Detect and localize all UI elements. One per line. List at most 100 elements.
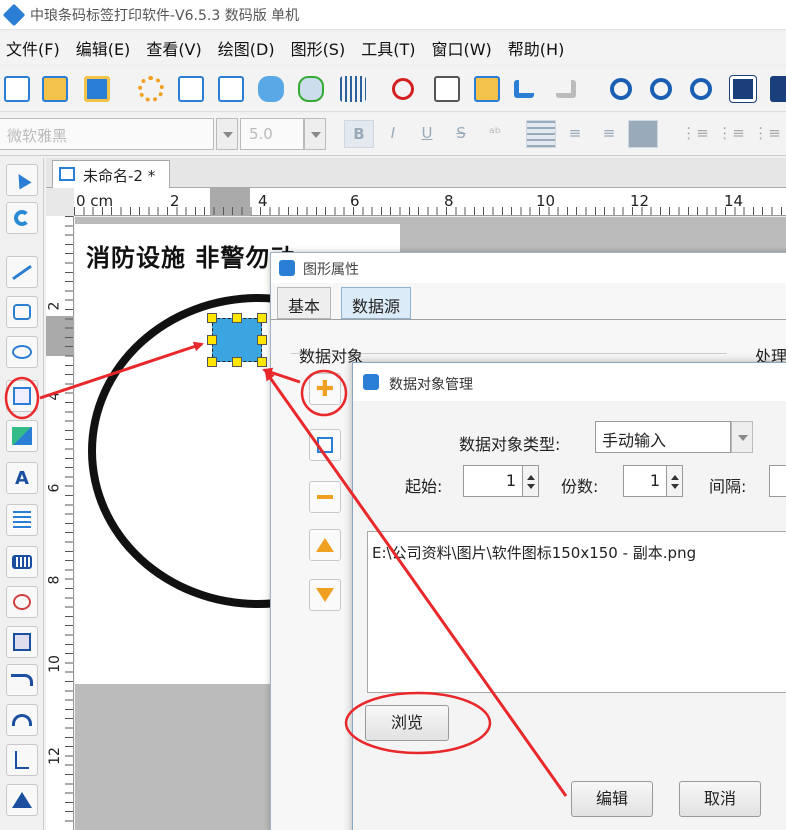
resize-handle-t[interactable] <box>232 313 242 323</box>
main-toolbar <box>0 68 786 112</box>
actual-size-icon[interactable] <box>729 75 757 103</box>
start-input[interactable]: 1 <box>463 465 523 497</box>
ruler-left-label-6: 6 <box>46 483 63 493</box>
open-folder-icon[interactable] <box>42 76 68 102</box>
interval-input[interactable] <box>769 465 786 497</box>
menu-tools[interactable]: 工具(T) <box>357 36 419 60</box>
menu-window[interactable]: 窗口(W) <box>427 36 495 60</box>
align-center-icon[interactable]: ≡ <box>560 120 590 148</box>
redo-icon[interactable] <box>556 80 576 98</box>
undo-icon[interactable] <box>514 80 534 98</box>
settings-gear-icon[interactable] <box>138 76 164 102</box>
data-object-manager-dialog: 数据对象管理 数据对象类型: 手动输入 起始: 1 份数: 1 间隔: E:\公… <box>352 362 786 830</box>
tab-data-source[interactable]: 数据源 <box>341 287 412 319</box>
document-tab[interactable]: 未命名-2 * <box>52 160 170 188</box>
ruler-left: 2 4 6 8 10 12 <box>46 216 74 830</box>
add-data-object-button[interactable]: ✚ <box>309 373 341 405</box>
print-preview-icon[interactable] <box>218 76 244 102</box>
polyline-tool-icon[interactable] <box>6 744 38 776</box>
font-toolbar: 微软雅黑 5.0 B I U S ᵃᵇ ≡ ≡ ⋮≡ ⋮≡ ⋮≡ <box>0 114 786 156</box>
database-icon[interactable] <box>258 76 284 102</box>
resize-handle-tr[interactable] <box>257 313 267 323</box>
print-icon[interactable] <box>178 76 204 102</box>
ruler-top-label-14: 14 <box>724 192 744 210</box>
curve-tool-icon[interactable] <box>6 664 38 696</box>
menu-edit[interactable]: 编辑(E) <box>72 36 135 60</box>
app-logo-icon <box>279 260 295 276</box>
menu-help[interactable]: 帮助(H) <box>504 36 569 60</box>
menu-view[interactable]: 查看(V) <box>142 36 205 60</box>
interval-label: 间隔: <box>709 477 747 496</box>
italic-button[interactable]: I <box>378 120 408 148</box>
barcode-tool-icon[interactable] <box>6 546 38 578</box>
start-spinner[interactable] <box>523 465 539 497</box>
browse-button[interactable]: 浏览 <box>365 705 449 741</box>
underline-button[interactable]: U <box>412 120 442 148</box>
tab-basic[interactable]: 基本 <box>277 287 332 319</box>
bold-button[interactable]: B <box>344 120 374 148</box>
paste-icon[interactable] <box>474 76 500 102</box>
edit-data-object-button[interactable] <box>309 429 341 461</box>
zoom-out-icon[interactable] <box>650 78 672 100</box>
database-settings-icon[interactable] <box>298 76 324 102</box>
copies-input[interactable]: 1 <box>623 465 667 497</box>
zoom-in-icon[interactable] <box>610 78 632 100</box>
resize-handle-br[interactable] <box>257 357 267 367</box>
select-pointer-icon[interactable] <box>6 164 38 196</box>
paragraph-icon[interactable]: ⋮≡ <box>752 120 782 148</box>
label-title-text[interactable]: 消防设施 非警勿动 <box>86 238 295 273</box>
align-justify-icon[interactable] <box>628 120 658 148</box>
save-icon[interactable] <box>84 76 110 102</box>
resize-handle-r[interactable] <box>257 335 267 345</box>
selected-image-object[interactable] <box>207 313 267 367</box>
resize-handle-bl[interactable] <box>207 357 217 367</box>
font-name-field[interactable]: 微软雅黑 <box>0 118 214 150</box>
image-path-textarea[interactable]: E:\公司资料\图片\软件图标150x150 - 副本.png <box>367 531 786 693</box>
font-size-dropdown-icon[interactable] <box>304 118 326 150</box>
rich-text-tool-icon[interactable] <box>6 504 38 536</box>
edit-button[interactable]: 编辑 <box>571 781 653 817</box>
font-name-dropdown-icon[interactable] <box>216 118 238 150</box>
new-document-icon[interactable] <box>4 76 30 102</box>
picture-tool-icon[interactable] <box>6 420 38 452</box>
line-spacing-icon[interactable]: ⋮≡ <box>716 120 746 148</box>
image-tool-icon[interactable] <box>6 380 38 412</box>
qrcode-tool-icon[interactable] <box>6 626 38 658</box>
resize-handle-l[interactable] <box>207 335 217 345</box>
menu-shape[interactable]: 图形(S) <box>287 36 350 60</box>
arc-tool-icon[interactable] <box>6 704 38 736</box>
zoom-fit-icon[interactable] <box>690 78 712 100</box>
resize-handle-tl[interactable] <box>207 313 217 323</box>
align-right-icon[interactable]: ≡ <box>594 120 624 148</box>
ellipse-tool-icon[interactable] <box>6 336 38 368</box>
move-down-button[interactable] <box>309 579 341 611</box>
menu-file[interactable]: 文件(F) <box>2 36 64 60</box>
align-left-icon[interactable] <box>526 120 556 148</box>
delete-data-object-button[interactable] <box>309 481 341 513</box>
menu-draw[interactable]: 绘图(D) <box>214 36 279 60</box>
spacing-icon[interactable]: ⋮≡ <box>680 120 710 148</box>
ruler-top-label-6: 6 <box>350 192 360 210</box>
grid-icon[interactable] <box>340 76 366 102</box>
ruler-top-label-8: 8 <box>444 192 454 210</box>
rounded-rect-tool-icon[interactable] <box>6 296 38 328</box>
copies-spinner[interactable] <box>667 465 683 497</box>
strikethrough-button[interactable]: S <box>446 120 476 148</box>
triangle-tool-icon[interactable] <box>6 784 38 816</box>
rotate-icon[interactable] <box>6 202 38 234</box>
text-effect-icon[interactable]: ᵃᵇ <box>480 120 510 148</box>
move-up-button[interactable] <box>309 529 341 561</box>
window-title: 中琅条码标签打印软件-V6.5.3 数码版 单机 <box>30 7 300 24</box>
cancel-button[interactable]: 取消 <box>679 781 761 817</box>
fullscreen-icon[interactable] <box>770 76 786 102</box>
cut-icon[interactable] <box>392 78 414 100</box>
font-size-field[interactable]: 5.0 <box>240 118 304 150</box>
ruler-top-label-10: 10 <box>536 192 556 210</box>
line-tool-icon[interactable] <box>6 256 38 288</box>
data-object-type-select[interactable]: 手动输入 <box>595 421 731 453</box>
copy-icon[interactable] <box>434 76 460 102</box>
text-tool-icon[interactable]: A <box>6 462 38 494</box>
resize-handle-b[interactable] <box>232 357 242 367</box>
type-dropdown-icon[interactable] <box>731 421 753 453</box>
vector-tool-icon[interactable] <box>6 586 38 618</box>
